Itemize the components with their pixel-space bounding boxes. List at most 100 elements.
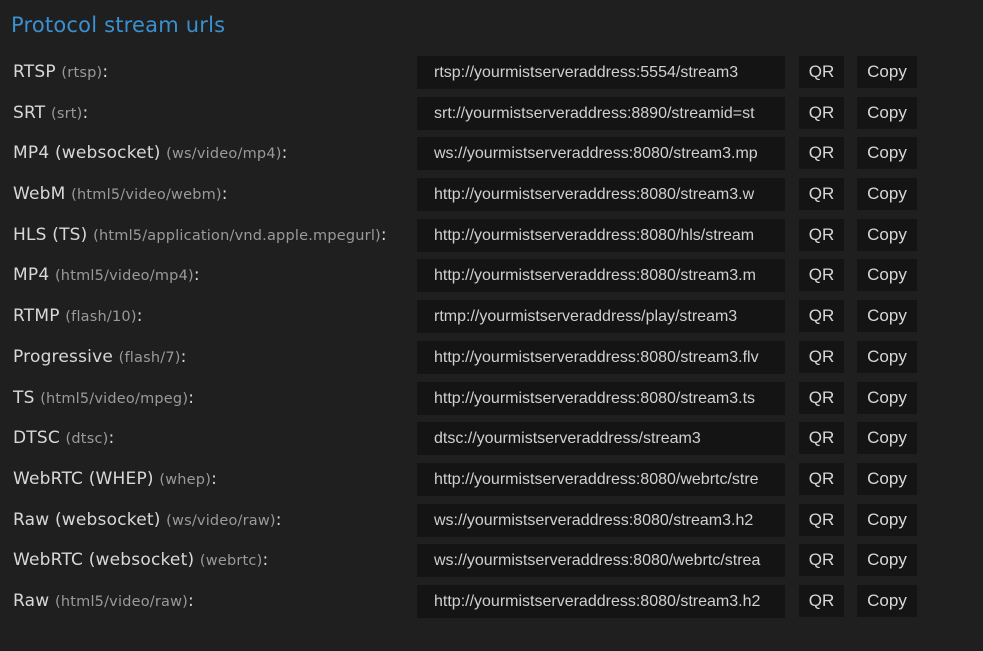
copy-button[interactable]: Copy: [857, 340, 917, 373]
protocol-label: Progressive (flash/7):: [13, 347, 187, 367]
protocol-type: (webrtc): [199, 553, 263, 570]
copy-button[interactable]: Copy: [857, 584, 917, 617]
label-colon: :: [188, 590, 194, 611]
qr-button[interactable]: QR: [799, 218, 844, 251]
stream-url-field[interactable]: http://yourmistserveraddress:8080/stream…: [417, 584, 785, 618]
protocol-label: HLS (TS) (html5/application/vnd.apple.mp…: [13, 225, 387, 245]
copy-button[interactable]: Copy: [857, 137, 917, 170]
protocol-name: Raw (websocket): [13, 509, 161, 530]
stream-url-field[interactable]: http://yourmistserveraddress:8080/stream…: [417, 381, 785, 415]
label-colon: :: [102, 62, 109, 82]
label-colon: :: [221, 184, 228, 205]
label-colon: :: [108, 428, 115, 449]
label-colon: :: [262, 550, 269, 571]
protocol-label: TS (html5/video/mpeg):: [13, 388, 194, 408]
copy-button[interactable]: Copy: [857, 462, 917, 495]
qr-button[interactable]: QR: [799, 422, 844, 455]
qr-button[interactable]: QR: [799, 56, 844, 88]
stream-url-field[interactable]: srt://yourmistserveraddress:8890/streami…: [417, 96, 785, 130]
protocol-type: (html5/video/raw): [54, 593, 189, 610]
stream-url-field[interactable]: ws://yourmistserveraddress:8080/stream3.…: [417, 503, 785, 537]
copy-button[interactable]: Copy: [857, 503, 917, 536]
protocol-list: RTSP (rtsp): rtsp://yourmistserveraddress…: [0, 55, 983, 625]
qr-button[interactable]: QR: [799, 259, 844, 292]
protocol-name: Progressive: [13, 346, 113, 367]
label-colon: :: [188, 387, 195, 408]
protocol-name: WebRTC (websocket): [13, 550, 195, 571]
copy-button[interactable]: Copy: [857, 56, 917, 88]
protocol-type: (html5/video/mp4): [54, 268, 194, 285]
protocol-row: DTSC (dtsc): dtsc://yourmistserveraddress…: [0, 421, 983, 462]
copy-button[interactable]: Copy: [857, 544, 917, 577]
protocol-type: (dtsc): [65, 431, 109, 448]
stream-url-field[interactable]: dtsc://yourmistserveraddress/stream3: [417, 422, 785, 456]
protocol-name: SRT: [13, 102, 46, 123]
protocol-type: (srt): [50, 105, 83, 122]
protocol-name: TS: [13, 387, 35, 408]
protocol-row: WebRTC (WHEP) (whep): http://yourmistserv…: [0, 462, 983, 503]
qr-button[interactable]: QR: [799, 584, 844, 617]
stream-url-field[interactable]: ws://yourmistserveraddress:8080/stream3.…: [417, 137, 785, 171]
qr-button[interactable]: QR: [799, 503, 844, 536]
label-colon: :: [82, 102, 89, 123]
label-colon: :: [136, 306, 143, 327]
copy-button[interactable]: Copy: [857, 300, 917, 333]
label-colon: :: [281, 143, 288, 164]
protocol-row: WebM (html5/video/webm): http://yourmists…: [0, 177, 983, 218]
protocol-type: (whep): [159, 471, 212, 488]
copy-button[interactable]: Copy: [857, 259, 917, 292]
protocol-type: (rtsp): [61, 65, 103, 81]
copy-button[interactable]: Copy: [857, 422, 917, 455]
protocol-name: DTSC: [13, 428, 60, 449]
protocol-row: Raw (html5/video/raw): http://yourmistser…: [0, 584, 983, 625]
protocol-type: (ws/video/mp4): [166, 146, 282, 163]
copy-button[interactable]: Copy: [857, 96, 917, 129]
protocol-label: DTSC (dtsc):: [13, 428, 114, 448]
qr-button[interactable]: QR: [799, 340, 844, 373]
protocol-name: WebRTC (WHEP): [13, 468, 154, 489]
qr-button[interactable]: QR: [799, 96, 844, 129]
protocol-label: MP4 (html5/video/mp4):: [13, 265, 200, 285]
protocol-name: MP4: [13, 265, 50, 286]
protocol-label: WebRTC (websocket) (webrtc):: [13, 550, 268, 570]
protocol-name: RTSP: [13, 62, 56, 82]
qr-button[interactable]: QR: [799, 137, 844, 170]
copy-button[interactable]: Copy: [857, 218, 917, 251]
protocol-label: WebM (html5/video/webm):: [13, 184, 228, 204]
label-colon: :: [180, 346, 187, 367]
qr-button[interactable]: QR: [799, 300, 844, 333]
qr-button[interactable]: QR: [799, 381, 844, 414]
qr-button[interactable]: QR: [799, 544, 844, 577]
protocol-name: Raw: [13, 590, 50, 611]
protocol-row: HLS (TS) (html5/application/vnd.apple.mp…: [0, 218, 983, 259]
protocol-label: Raw (websocket) (ws/video/raw):: [13, 510, 282, 530]
stream-url-field[interactable]: rtsp://yourmistserveraddress:5554/stream…: [417, 56, 785, 89]
copy-button[interactable]: Copy: [857, 381, 917, 414]
protocol-label: RTMP (flash/10):: [13, 306, 143, 326]
protocol-name: MP4 (websocket): [13, 143, 161, 164]
copy-button[interactable]: Copy: [857, 178, 917, 211]
protocol-type: (html5/video/mpeg): [40, 390, 189, 407]
stream-url-field[interactable]: http://yourmistserveraddress:8080/stream…: [417, 340, 785, 374]
stream-url-field[interactable]: rtmp://yourmistserveraddress/play/stream…: [417, 300, 785, 334]
label-colon: :: [211, 468, 217, 489]
protocol-row: WebRTC (websocket) (webrtc): ws://yourmis…: [0, 543, 983, 584]
protocol-row: MP4 (html5/video/mp4): http://yourmistser…: [0, 258, 983, 299]
stream-url-field[interactable]: ws://yourmistserveraddress:8080/webrtc/s…: [417, 544, 785, 578]
protocol-label: MP4 (websocket) (ws/video/mp4):: [13, 143, 288, 163]
stream-url-field[interactable]: http://yourmistserveraddress:8080/hls/st…: [417, 218, 785, 252]
protocol-row: MP4 (websocket) (ws/video/mp4): ws://your…: [0, 136, 983, 177]
protocol-label: RTSP (rtsp):: [13, 62, 108, 82]
stream-url-field[interactable]: http://yourmistserveraddress:8080/webrtc…: [417, 462, 785, 496]
qr-button[interactable]: QR: [799, 462, 844, 495]
protocol-row: Raw (websocket) (ws/video/raw): ws://your…: [0, 503, 983, 544]
stream-url-field[interactable]: http://yourmistserveraddress:8080/stream…: [417, 259, 785, 293]
protocol-row: SRT (srt): srt://yourmistserveraddress:88…: [0, 96, 983, 137]
label-colon: :: [193, 265, 200, 286]
protocol-row: TS (html5/video/mpeg): http://yourmistser…: [0, 381, 983, 422]
protocol-label: SRT (srt):: [13, 103, 88, 123]
qr-button[interactable]: QR: [799, 178, 844, 211]
protocol-row: Progressive (flash/7): http://yourmistser…: [0, 340, 983, 381]
protocol-row: RTMP (flash/10): rtmp://yourmistserveradd…: [0, 299, 983, 340]
stream-url-field[interactable]: http://yourmistserveraddress:8080/stream…: [417, 178, 785, 212]
